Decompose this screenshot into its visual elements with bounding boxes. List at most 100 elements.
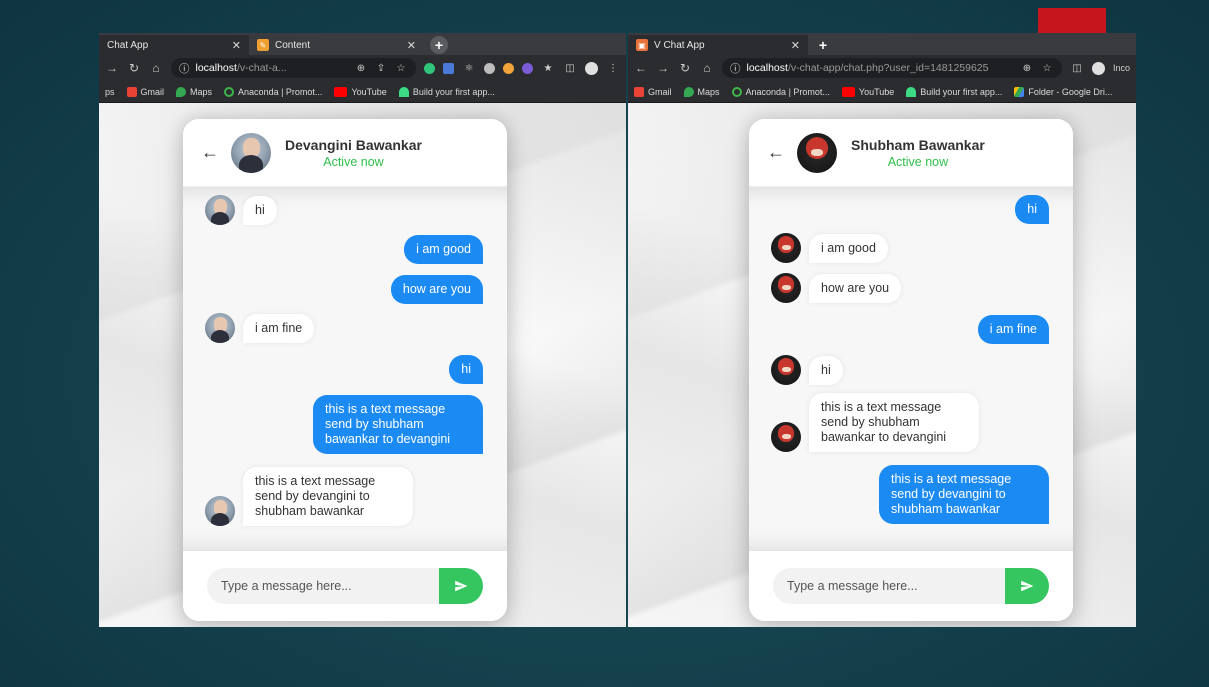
url-host: localhost [746,62,788,74]
anaconda-icon [731,86,742,97]
zoom-icon[interactable]: ⊕ [354,61,368,75]
message-bubble: i am fine [243,314,315,343]
back-icon[interactable]: ← [634,61,648,75]
new-tab-icon[interactable]: + [814,36,832,54]
sender-avatar [771,355,801,385]
chat-header: ← Shubham Bawankar Active now [749,119,1073,187]
chat-messages-area[interactable]: hi i am good how are you i am fine hi this is… [749,187,1073,551]
tab-strip: Chat App ✕ ✎ Content ✕ + [99,33,626,55]
bookmark-build-app[interactable]: Build your first app... [398,86,495,97]
reload-icon[interactable]: ↻ [127,61,141,75]
chat-header: ← Devangini Bawankar Active now [183,119,507,187]
extensions-menu-icon[interactable]: ★ [541,61,555,75]
gmail-icon [126,86,137,97]
outgoing-message: how are you [390,275,483,304]
typing-area [749,551,1073,621]
close-tab-icon[interactable]: ✕ [791,39,800,52]
extension-react-icon[interactable]: ⚛ [462,61,476,75]
message-bubble: this is a text message send by devangini… [879,465,1049,524]
extension-purple-icon[interactable] [522,62,533,74]
outgoing-message: this is a text message send by devangini… [879,465,1049,524]
tab-v-chat-app[interactable]: ▣ V Chat App ✕ [628,35,808,55]
content-favicon-icon: ✎ [257,39,269,51]
google-drive-icon [1014,86,1025,97]
send-button[interactable] [439,568,483,604]
extension-puzzle-icon[interactable] [443,62,454,74]
message-bubble: how are you [390,275,483,304]
close-tab-icon[interactable]: ✕ [232,39,241,52]
extension-grammarly-icon[interactable] [424,62,435,74]
bookmark-gmail[interactable]: Gmail [126,86,164,97]
message-bubble: i am good [809,234,888,263]
forward-icon[interactable]: → [656,61,670,75]
contact-name: Devangini Bawankar [285,136,422,153]
tab-chat-app[interactable]: Chat App ✕ [99,35,249,55]
message-bubble: i am fine [977,315,1049,344]
android-icon [906,86,917,97]
close-tab-icon[interactable]: ✕ [407,39,416,52]
send-button[interactable] [1005,568,1049,604]
side-panel-icon[interactable]: ◫ [1070,61,1084,75]
chat-messages-area[interactable]: hi i am good how are you i am fine hi this is… [183,187,507,551]
message-input[interactable] [773,568,1005,604]
url-host: localhost [195,62,237,74]
bookmark-maps[interactable]: Maps [176,86,212,97]
incoming-message: hi [771,355,843,385]
address-bar[interactable]: ⓘ localhost/v-chat-a... ⊕ ⇪ ☆ [171,58,416,78]
right-browser-window: ▣ V Chat App ✕ + ← → ↻ ⌂ ⓘ localhost/v-c… [628,33,1136,627]
url-path: /v-chat-a... [236,62,287,74]
page-viewport: ← Shubham Bawankar Active now hi i am goo… [628,103,1136,627]
new-tab-icon[interactable]: + [430,36,448,54]
profile-label[interactable]: Inco [1113,63,1130,73]
browser-toolbar: ← → ↻ ⌂ ⓘ localhost/v-chat-app/chat.php?… [628,55,1136,81]
chat-window: ← Devangini Bawankar Active now hi i am g… [183,119,507,621]
sender-avatar [771,233,801,263]
maps-icon [176,86,187,97]
extension-gear-icon[interactable] [484,62,495,74]
contact-status: Active now [323,154,384,169]
send-icon [455,580,468,592]
side-panel-icon[interactable]: ◫ [563,61,577,75]
chat-window: ← Shubham Bawankar Active now hi i am goo… [749,119,1073,621]
bookmark-gmail[interactable]: Gmail [634,86,672,97]
share-icon[interactable]: ⇪ [374,61,388,75]
sender-avatar [205,496,235,526]
message-bubble: hi [449,355,483,384]
send-icon [1021,580,1034,592]
back-arrow-icon[interactable]: ← [201,142,221,163]
reload-icon[interactable]: ↻ [678,61,692,75]
message-input[interactable] [207,568,439,604]
sender-avatar [771,273,801,303]
youtube-icon [334,86,348,97]
home-icon[interactable]: ⌂ [700,61,714,75]
tab-label: V Chat App [654,39,705,51]
message-bubble: hi [1015,195,1049,224]
bookmark-youtube[interactable]: YouTube [334,86,387,97]
incoming-message: how are you [771,273,902,303]
sender-avatar [205,195,235,225]
extension-orange-icon[interactable] [503,62,514,74]
bookmark-youtube[interactable]: YouTube [841,86,894,97]
zoom-icon[interactable]: ⊕ [1020,61,1034,75]
tab-content[interactable]: ✎ Content ✕ [249,35,424,55]
back-arrow-icon[interactable]: ← [767,142,787,163]
maps-icon [683,86,694,97]
address-bar[interactable]: ⓘ localhost/v-chat-app/chat.php?user_id=… [722,58,1062,78]
outgoing-message: hi [449,355,483,384]
incognito-icon[interactable] [1091,61,1105,75]
bookmark-anaconda[interactable]: Anaconda | Promot... [224,86,322,97]
bookmark-build-app[interactable]: Build your first app... [906,86,1002,97]
bookmark-anaconda[interactable]: Anaconda | Promot... [731,86,830,97]
bookmark-maps[interactable]: Maps [683,86,720,97]
star-icon[interactable]: ☆ [1040,61,1054,75]
home-icon[interactable]: ⌂ [149,61,163,75]
more-menu-icon[interactable]: ⋮ [606,61,620,75]
bookmark-google-drive[interactable]: Folder - Google Dri... [1014,86,1112,97]
outgoing-message: i am fine [977,315,1049,344]
bookmark-apps[interactable]: ps [105,87,115,97]
profile-avatar-icon[interactable] [585,61,598,75]
contact-avatar [797,132,837,173]
star-icon[interactable]: ☆ [394,61,408,75]
forward-icon[interactable]: → [105,61,119,75]
sender-avatar [771,422,801,452]
